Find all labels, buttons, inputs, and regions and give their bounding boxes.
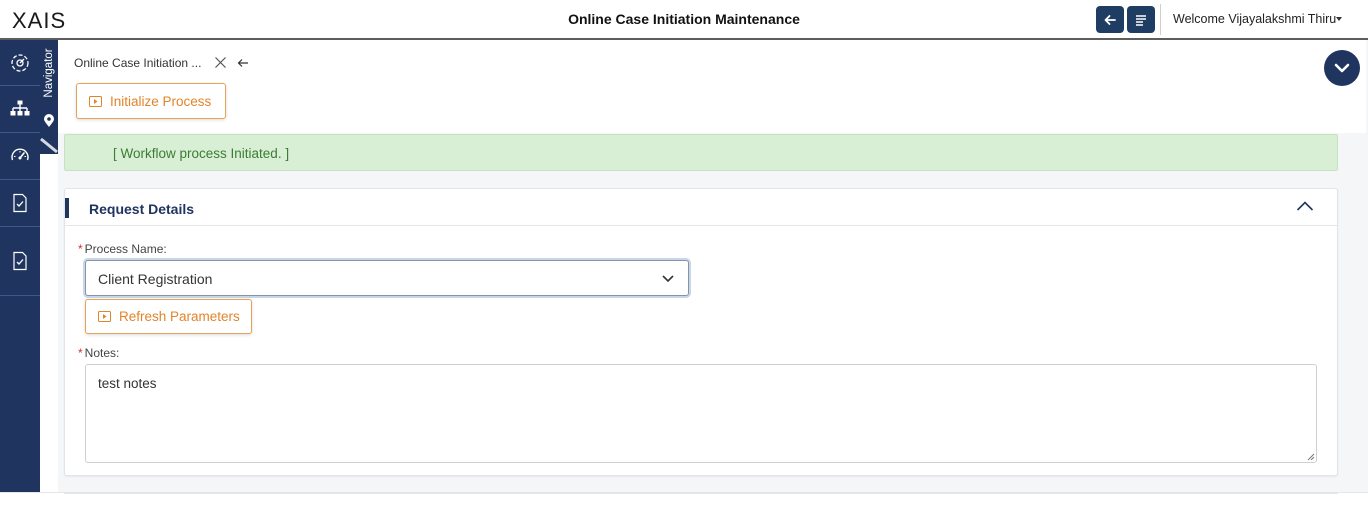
next-card-edge <box>64 492 1338 494</box>
chevron-down-icon <box>662 275 674 283</box>
menu-button[interactable] <box>1127 6 1155 33</box>
document-check-icon <box>13 193 27 213</box>
process-name-value: Client Registration <box>98 271 213 287</box>
text-align-icon <box>1136 14 1146 26</box>
page-footer <box>0 492 1368 526</box>
success-alert: [ Workflow process Initiated. ] <box>64 134 1338 171</box>
process-name-label-text: Process Name: <box>84 242 167 256</box>
sidebar-item-hierarchy[interactable] <box>0 86 40 133</box>
card-title: Request Details <box>89 201 195 217</box>
arrow-left-icon <box>1104 14 1116 25</box>
tab-online-case-initiation[interactable]: Online Case Initiation ... <box>74 56 201 70</box>
speedometer-icon <box>11 148 29 161</box>
left-sidebar <box>0 40 40 492</box>
collapse-header-button[interactable] <box>1324 50 1360 86</box>
arrow-left-icon[interactable] <box>237 57 249 69</box>
resize-grip-icon[interactable] <box>1306 452 1315 461</box>
refresh-parameters-label: Refresh Parameters <box>119 309 240 324</box>
process-name-select[interactable]: Client Registration <box>85 260 689 296</box>
notes-value: test notes <box>98 376 157 391</box>
user-menu-caret-icon[interactable] <box>1336 17 1342 21</box>
user-welcome[interactable]: Welcome Vijayalakshmi Thiru <box>1173 12 1336 26</box>
location-pin-icon <box>44 114 54 127</box>
play-icon <box>89 95 102 107</box>
alert-message: [ Workflow process Initiated. ] <box>113 146 290 161</box>
notes-label-text: Notes: <box>84 346 120 360</box>
card-header: Request Details <box>65 189 1337 226</box>
sidebar-item-dashboard[interactable] <box>0 40 40 86</box>
sitemap-icon <box>10 100 30 116</box>
header-divider <box>1160 4 1161 35</box>
navigator-label: Navigator <box>43 48 55 98</box>
chevron-down-icon <box>1334 63 1350 73</box>
refresh-parameters-button[interactable]: Refresh Parameters <box>85 299 252 334</box>
sidebar-item-approvals[interactable] <box>0 227 40 296</box>
initialize-process-button[interactable]: Initialize Process <box>76 83 226 119</box>
process-name-label: * Process Name: <box>78 242 167 256</box>
play-icon <box>98 311 111 322</box>
sidebar-item-dashboard-meter[interactable] <box>0 133 40 180</box>
back-button[interactable] <box>1096 6 1124 33</box>
pencil-stroke-icon <box>40 138 58 154</box>
navigator-tab[interactable]: Navigator <box>40 40 58 154</box>
notes-label: * Notes: <box>78 346 120 360</box>
sidebar-item-documents[interactable] <box>0 180 40 227</box>
dashboard-settings-icon <box>11 53 29 72</box>
notes-textarea[interactable]: test notes <box>85 364 1317 463</box>
page-title: Online Case Initiation Maintenance <box>568 11 800 27</box>
document-check-icon <box>13 251 27 271</box>
chevron-up-icon[interactable] <box>1296 199 1314 213</box>
tab-strip <box>58 40 1366 133</box>
navigator-label-wrap: Navigator <box>40 40 58 110</box>
top-header: XAIS Online Case Initiation Maintenance … <box>0 0 1368 40</box>
close-icon[interactable] <box>214 56 227 69</box>
card-accent-bar <box>65 198 69 218</box>
initialize-process-label: Initialize Process <box>110 93 212 109</box>
app-logo: XAIS <box>12 8 67 33</box>
